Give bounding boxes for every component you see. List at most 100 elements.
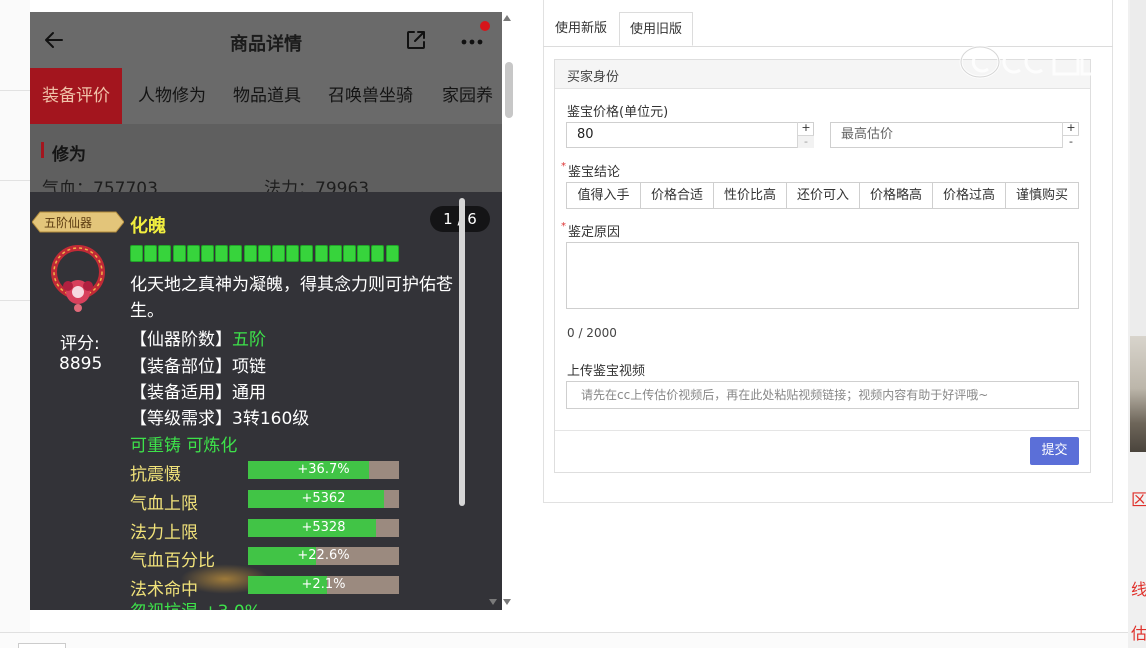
- score-value: 8895: [59, 354, 103, 374]
- max-price-stepper: + -: [1062, 122, 1079, 148]
- attr-value: 3转160级: [232, 409, 310, 429]
- video-label: 上传鉴宝视频: [567, 364, 646, 379]
- conclusion-option[interactable]: 性价比高: [714, 183, 787, 208]
- attr-line: 【装备部位】项链: [130, 352, 266, 377]
- refine-pip: [130, 245, 143, 262]
- background-photo: [1130, 336, 1146, 452]
- refine-pip: [385, 245, 399, 262]
- conclusion-label-text: 鉴宝结论: [568, 165, 621, 180]
- screen: 商品详情 装备评价 人物修为 物品道具 召唤兽坐骑 家园养 修为 气血：7577…: [0, 0, 1146, 648]
- conclusion-option[interactable]: 谨慎购买: [1006, 183, 1078, 208]
- refine-pip: [229, 245, 243, 262]
- conclusion-option[interactable]: 还价可入: [787, 183, 860, 208]
- refine-pip: [257, 245, 271, 262]
- bonus-line-cutoff: 忽视抗混 +3.0%: [130, 597, 261, 610]
- card-footer-divider: [555, 430, 1090, 431]
- notification-dot: [480, 21, 490, 31]
- refine-pip: [328, 245, 342, 262]
- refine-pip: [371, 245, 385, 262]
- bonus-bar: +2.1%: [248, 576, 399, 594]
- edge-divider: [0, 90, 30, 91]
- scroll-up-icon[interactable]: [503, 15, 511, 21]
- tab-items[interactable]: 物品道具: [233, 68, 301, 124]
- attr-line: 【仙器阶数】五阶: [130, 325, 266, 350]
- scroll-down-icon[interactable]: [503, 599, 511, 605]
- conclusion-option[interactable]: 值得入手: [567, 183, 641, 208]
- required-mark: *: [561, 221, 566, 232]
- refine-pip: [272, 245, 285, 262]
- bonus-bar: +36.7%: [248, 461, 399, 479]
- cc-live-watermark-icon: [959, 45, 1108, 79]
- price-input[interactable]: 80: [566, 122, 814, 148]
- refine-pip: [144, 245, 158, 262]
- submit-button[interactable]: 提交: [1030, 437, 1079, 465]
- decrement-icon[interactable]: -: [1063, 135, 1079, 148]
- item-tooltip-popup: 五阶仙器 化魄 1 / 6 化天地之真神为凝魄，得其念力则可护佑苍生。 评分: …: [30, 192, 502, 610]
- category-tabs: 装备评价 人物修为 物品道具 召唤兽坐骑 家园养: [30, 68, 502, 124]
- bonus-label: 法力上限: [130, 523, 198, 543]
- popup-scrollbar-thumb[interactable]: [459, 198, 465, 506]
- video-link-input[interactable]: 请先在cc上传估价视频后，再在此处粘贴视频链接；视频内容有助于好评哦~: [566, 381, 1079, 409]
- tab-new-version[interactable]: 使用新版: [545, 12, 617, 46]
- share-icon[interactable]: [404, 28, 428, 52]
- refine-pip: [172, 245, 186, 262]
- bonus-value: +5328: [301, 520, 346, 535]
- bottom-tab-stub[interactable]: [18, 643, 66, 648]
- attr-value: 五阶: [232, 330, 266, 350]
- tab-home[interactable]: 家园养: [442, 68, 493, 124]
- grade-badge-label: 五阶仙器: [44, 216, 93, 230]
- more-icon[interactable]: [460, 34, 488, 46]
- reason-label-text: 鉴定原因: [568, 225, 621, 240]
- increment-icon[interactable]: +: [1063, 122, 1079, 135]
- tab-equipment-review[interactable]: 装备评价: [30, 68, 122, 124]
- decrement-icon[interactable]: -: [798, 135, 814, 148]
- bonus-bar: +5362: [248, 490, 399, 508]
- attr-value: 项链: [232, 357, 266, 377]
- tab-pets-mounts[interactable]: 召唤兽坐骑: [328, 68, 413, 124]
- outer-scrollbar-thumb[interactable]: [505, 62, 513, 118]
- card-title: 买家身份: [567, 70, 620, 85]
- attr-line: 【装备适用】通用: [130, 378, 266, 403]
- tab-character-cultivation[interactable]: 人物修为: [138, 68, 206, 124]
- max-price-input[interactable]: 最高估价: [830, 122, 1079, 148]
- refine-pip: [186, 245, 200, 262]
- bonus-value: +22.6%: [297, 548, 350, 563]
- refine-pip: [201, 245, 214, 262]
- increment-icon[interactable]: +: [798, 122, 814, 135]
- section-title: 修为: [52, 145, 86, 165]
- reason-textarea[interactable]: [566, 242, 1079, 309]
- edge-text-char: 区: [1131, 490, 1146, 509]
- item-description: 化天地之真神为凝魄，得其念力则可护佑苍生。: [130, 275, 453, 321]
- attr-line: 【等级需求】3转160级: [130, 404, 309, 429]
- refine-pip: [314, 245, 328, 262]
- conclusion-option[interactable]: 价格过高: [933, 183, 1006, 208]
- conclusion-label: * 鉴宝结论: [561, 161, 620, 180]
- necklace-icon: [51, 245, 105, 312]
- tab-old-version[interactable]: 使用旧版: [619, 12, 694, 46]
- bonus-value: +2.1%: [301, 577, 346, 592]
- conclusion-options: 值得入手 价格合适 性价比高 还价可入 价格略高 价格过高 谨慎购买: [566, 182, 1079, 209]
- remold-status: 可重铸 可炼化: [130, 436, 238, 456]
- score-label: 评分:: [60, 334, 100, 354]
- price-label: 鉴宝价格(单位元): [567, 105, 669, 120]
- refine-pip: [300, 245, 314, 262]
- bonus-value: +36.7%: [297, 462, 350, 477]
- conclusion-option[interactable]: 价格合适: [641, 183, 714, 208]
- page-title: 商品详情: [230, 34, 302, 55]
- item-name: 化魄: [130, 216, 166, 237]
- edge-text-char: 线: [1131, 580, 1146, 599]
- right-edge-panel: [1130, 0, 1146, 336]
- conclusion-option[interactable]: 价格略高: [860, 183, 933, 208]
- refine-pip: [286, 245, 300, 262]
- bonus-label: 气血百分比: [130, 551, 215, 571]
- refine-pip: [215, 245, 229, 262]
- reason-label: * 鉴定原因: [561, 221, 620, 240]
- bonus-bar: +22.6%: [248, 547, 399, 565]
- char-counter: 0 / 2000: [567, 326, 617, 340]
- attr-key: 【装备部位】: [130, 357, 232, 377]
- phone-header: 商品详情: [30, 12, 502, 68]
- bonus-label: 气血上限: [130, 494, 198, 514]
- phone-screen: 商品详情 装备评价 人物修为 物品道具 召唤兽坐骑 家园养 修为 气血：7577…: [30, 12, 502, 610]
- edge-divider: [0, 300, 30, 301]
- scroll-down-icon[interactable]: [489, 599, 497, 605]
